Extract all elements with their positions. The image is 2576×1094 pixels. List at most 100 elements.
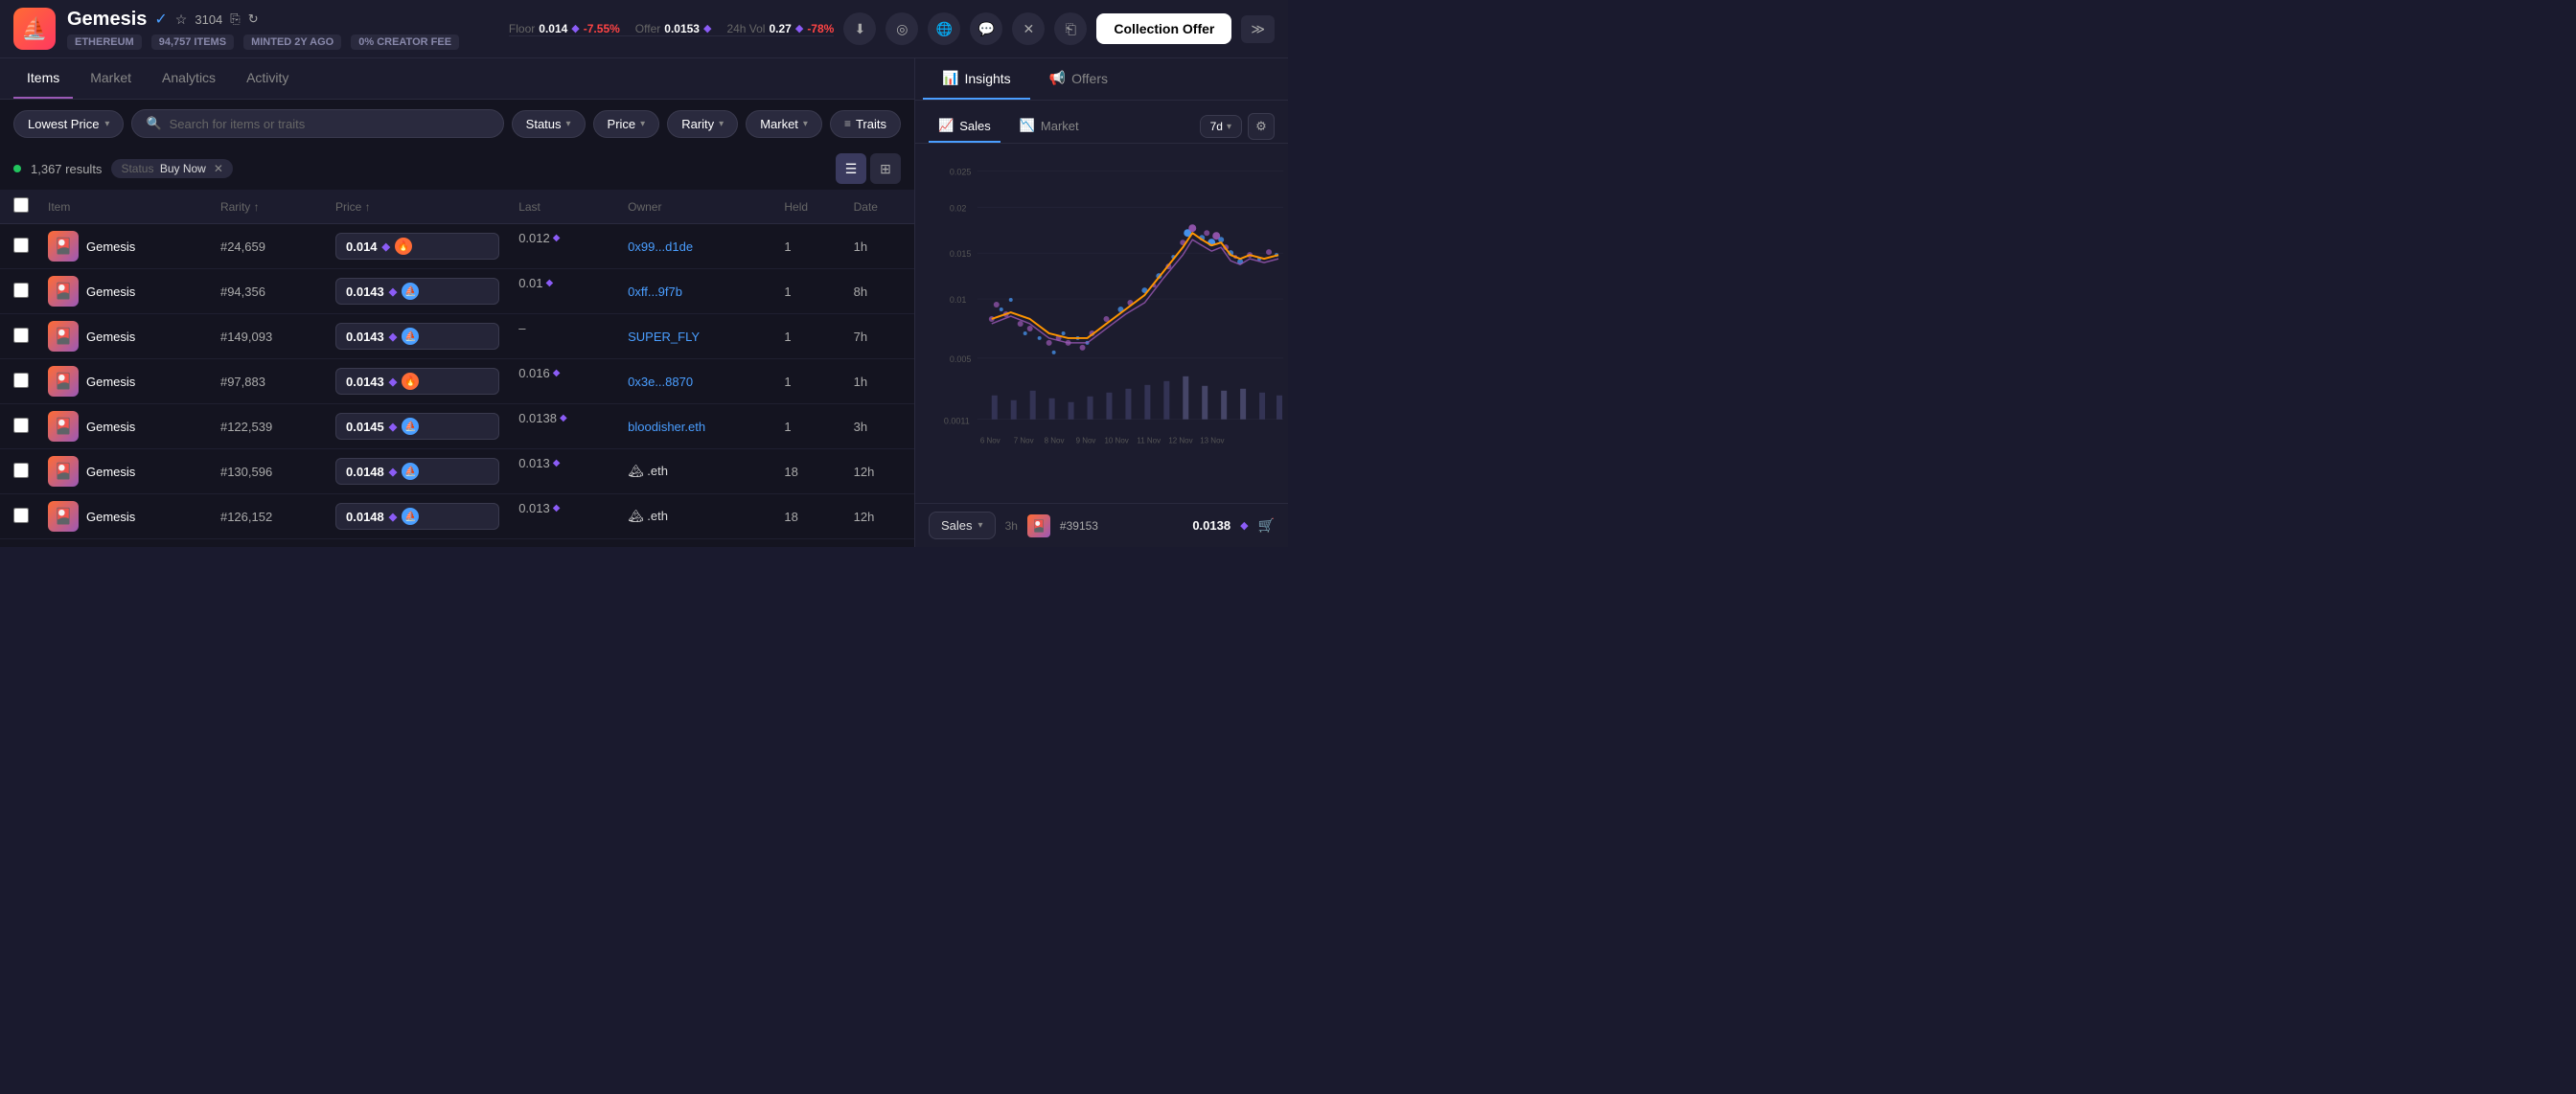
main-layout: Items Market Analytics Activity Lowest P…: [0, 58, 1288, 547]
row-checkbox[interactable]: [13, 283, 29, 298]
col-check: [0, 190, 38, 224]
tab-analytics[interactable]: Analytics: [149, 58, 229, 99]
price-box[interactable]: 0.014 ◆ 🔥: [335, 233, 499, 260]
right-panel: 📊 Insights 📢 Offers 📈 Sales 📉 Market: [914, 58, 1288, 547]
star-icon[interactable]: ☆: [175, 11, 188, 28]
grid-view-btn[interactable]: ⊞: [870, 153, 901, 184]
table-body: 🎴 Gemesis #24,659 0.014 ◆ 🔥 0.012 ◆ 0x99…: [0, 224, 914, 539]
chart-area: 0.025 0.02 0.015 0.01 0.005 0.0011: [915, 144, 1288, 503]
table-row: 🎴 Gemesis #130,596 0.0148 ◆ ⛵ 0.013 ◆ 🏔 …: [0, 449, 914, 494]
price-eth-icon: ◆: [389, 511, 397, 523]
star-count: 3104: [195, 12, 222, 27]
rarity-filter[interactable]: Rarity ▾: [667, 110, 738, 138]
copy-icon[interactable]: ⎘: [230, 11, 240, 27]
results-dot: [13, 165, 21, 172]
held-cell: 1: [774, 404, 843, 449]
sales-tab[interactable]: 📈 Sales: [929, 110, 1000, 143]
row-checkbox[interactable]: [13, 463, 29, 478]
owner-cell[interactable]: 0x3e...8870: [618, 359, 774, 404]
price-chevron-icon: ▾: [640, 119, 645, 129]
item-cell: 🎴 Gemesis: [38, 359, 211, 404]
row-checkbox[interactable]: [13, 373, 29, 388]
globe-icon-btn[interactable]: 🌐: [928, 12, 960, 45]
item-cell: 🎴 Gemesis: [38, 494, 211, 539]
market-filter[interactable]: Market ▾: [746, 110, 822, 138]
owner-cell[interactable]: 0xff...9f7b: [618, 269, 774, 314]
circle-icon-btn[interactable]: ◎: [886, 12, 918, 45]
owner-cell[interactable]: 🏔 .eth: [618, 494, 774, 539]
search-input[interactable]: [170, 117, 490, 131]
price-label: Price: [608, 117, 636, 131]
item-cell: 🎴 Gemesis: [38, 449, 211, 494]
tab-items[interactable]: Items: [13, 58, 73, 99]
market-rp-tab[interactable]: 📉 Market: [1010, 110, 1089, 143]
item-cell: 🎴 Gemesis: [38, 404, 211, 449]
status-filter[interactable]: Status ▾: [512, 110, 586, 138]
svg-text:6 Nov: 6 Nov: [980, 437, 1000, 445]
chart-settings-btn[interactable]: ⚙: [1248, 113, 1275, 140]
sales-type-dropdown[interactable]: Sales ▾: [929, 512, 996, 539]
sort-dropdown[interactable]: Lowest Price ▾: [13, 110, 124, 138]
twitter-icon-btn[interactable]: ✕: [1012, 12, 1045, 45]
traits-filter[interactable]: ≡ Traits: [830, 110, 901, 138]
price-box[interactable]: 0.0143 ◆ ⛵: [335, 278, 499, 305]
filter-tag-close-icon[interactable]: ✕: [214, 162, 223, 175]
row-checkbox[interactable]: [13, 508, 29, 523]
price-box[interactable]: 0.0143 ◆ 🔥: [335, 368, 499, 395]
col-date: Date: [844, 190, 914, 224]
owner-cell[interactable]: bloodisher.eth: [618, 404, 774, 449]
price-filter[interactable]: Price ▾: [593, 110, 660, 138]
price-value: 0.0148: [346, 510, 384, 524]
sales-cart-icon[interactable]: 🛒: [1258, 517, 1275, 534]
tab-activity[interactable]: Activity: [233, 58, 302, 99]
vol-stat: 24h Vol 0.27 ◆ -78%: [726, 22, 834, 35]
row-checkbox[interactable]: [13, 328, 29, 343]
row-checkbox[interactable]: [13, 238, 29, 253]
tab-market[interactable]: Market: [77, 58, 145, 99]
owner-cell[interactable]: 🏔 .eth: [618, 449, 774, 494]
refresh-icon[interactable]: ↻: [248, 11, 259, 27]
rarity-cell: #149,093: [211, 314, 326, 359]
download-icon-btn[interactable]: ⬇: [843, 12, 876, 45]
price-box[interactable]: 0.0148 ◆ ⛵: [335, 503, 499, 530]
main-tabs: Items Market Analytics Activity: [0, 58, 914, 100]
col-rarity[interactable]: Rarity ↑: [211, 190, 326, 224]
sales-dropdown-chevron: ▾: [978, 520, 983, 531]
date-cell: 8h: [844, 269, 914, 314]
insights-tab[interactable]: 📊 Insights: [923, 58, 1030, 100]
col-price[interactable]: Price ↑: [326, 190, 509, 224]
rarity-cell: #126,152: [211, 494, 326, 539]
col-last: Last: [509, 190, 618, 224]
offers-tab[interactable]: 📢 Offers: [1030, 58, 1127, 100]
period-select[interactable]: 7d ▾: [1200, 115, 1242, 138]
expand-panel-btn[interactable]: ≫: [1241, 15, 1275, 43]
last-price-cell: 0.012 ◆: [509, 224, 618, 252]
price-box[interactable]: 0.0145 ◆ ⛵: [335, 413, 499, 440]
traits-icon: ≡: [844, 117, 851, 130]
market-chevron-icon: ▾: [803, 119, 808, 129]
discord-icon-btn[interactable]: 💬: [970, 12, 1002, 45]
owner-cell[interactable]: SUPER_FLY: [618, 314, 774, 359]
svg-text:11 Nov: 11 Nov: [1137, 437, 1161, 445]
vol-change: -78%: [807, 22, 834, 35]
share-icon-btn[interactable]: ⎗: [1054, 12, 1087, 45]
owner-cell[interactable]: 0x99...d1de: [618, 224, 774, 269]
select-all-checkbox[interactable]: [13, 197, 29, 213]
rarity-cell: #24,659: [211, 224, 326, 269]
price-box[interactable]: 0.0148 ◆ ⛵: [335, 458, 499, 485]
floor-change: -7.55%: [584, 22, 620, 35]
price-eth-icon: ◆: [389, 376, 397, 388]
svg-text:13 Nov: 13 Nov: [1200, 437, 1224, 445]
date-cell: 12h: [844, 449, 914, 494]
marketplace-icon: 🔥: [402, 373, 419, 390]
sort-label: Lowest Price: [28, 117, 99, 131]
collection-offer-button[interactable]: Collection Offer: [1096, 13, 1231, 44]
view-toggle: ☰ ⊞: [836, 153, 901, 184]
table-row: 🎴 Gemesis #122,539 0.0145 ◆ ⛵ 0.0138 ◆ b…: [0, 404, 914, 449]
sales-footer-label: Sales: [941, 518, 973, 533]
svg-text:10 Nov: 10 Nov: [1104, 437, 1128, 445]
row-checkbox[interactable]: [13, 418, 29, 433]
rarity-cell: #94,356: [211, 269, 326, 314]
price-box[interactable]: 0.0143 ◆ ⛵: [335, 323, 499, 350]
list-view-btn[interactable]: ☰: [836, 153, 866, 184]
